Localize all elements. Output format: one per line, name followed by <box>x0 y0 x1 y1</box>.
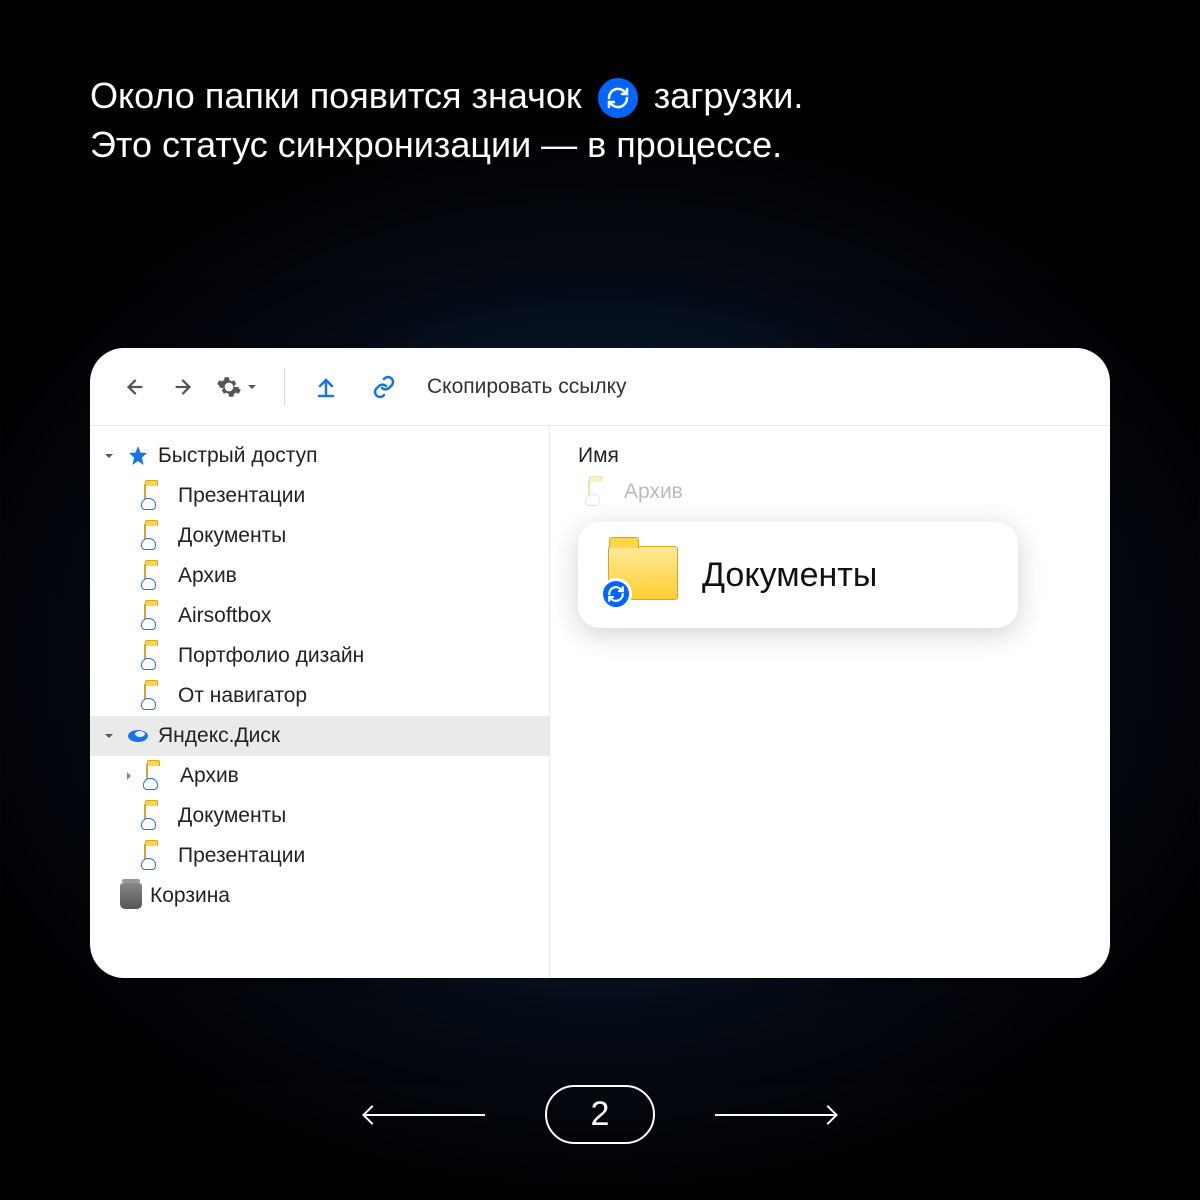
sidebar-label: Презентации <box>178 844 305 868</box>
sidebar-label: Документы <box>178 804 286 828</box>
chevron-right-icon <box>120 770 138 782</box>
folder-icon <box>144 565 170 587</box>
instruction-caption: Около папки появится значок загрузки. Эт… <box>90 72 1110 169</box>
sidebar-item-airsoftbox[interactable]: Airsoftbox <box>90 596 549 636</box>
forward-button[interactable] <box>168 372 198 402</box>
folder-icon <box>146 765 172 787</box>
main-area: Имя Архив Докумен <box>550 426 1110 978</box>
sidebar-yandex-disk[interactable]: Яндекс.Диск <box>90 716 549 756</box>
file-item-documents-highlight[interactable]: Документы <box>578 522 1018 628</box>
sidebar-item-presentations[interactable]: Презентации <box>90 476 549 516</box>
back-button[interactable] <box>120 372 150 402</box>
chevron-down-icon <box>246 381 258 393</box>
folder-icon <box>144 605 170 627</box>
content-area: Быстрый доступ Презентации Документы Арх… <box>90 426 1110 978</box>
caption-text-2: загрузки. <box>654 75 804 116</box>
trash-icon <box>120 883 142 909</box>
settings-menu[interactable] <box>216 374 258 400</box>
sidebar-label: Корзина <box>150 884 230 908</box>
sidebar-item-archive[interactable]: Архив <box>90 556 549 596</box>
sidebar-disk-presentations[interactable]: Презентации <box>90 836 549 876</box>
sidebar-trash[interactable]: Корзина <box>90 876 549 916</box>
sidebar-item-navigator[interactable]: От навигатор <box>90 676 549 716</box>
copy-link-label[interactable]: Скопировать ссылку <box>427 375 627 399</box>
gear-icon <box>216 374 242 400</box>
yandex-disk-icon <box>126 724 150 748</box>
sidebar-label: Архив <box>180 764 239 788</box>
folder-icon <box>608 546 678 604</box>
chevron-down-icon <box>100 730 118 742</box>
star-icon <box>126 444 150 468</box>
sidebar-label: Архив <box>178 564 237 588</box>
sidebar-item-portfolio[interactable]: Портфолио дизайн <box>90 636 549 676</box>
sidebar-label: Документы <box>178 524 286 548</box>
file-item-archive-ghost[interactable]: Архив <box>578 480 1082 504</box>
sync-icon <box>600 578 632 610</box>
folder-icon <box>144 525 170 547</box>
folder-icon <box>144 485 170 507</box>
toolbar: Скопировать ссылку <box>90 348 1110 426</box>
next-arrow[interactable] <box>715 1114 835 1116</box>
pager: 2 <box>0 1085 1200 1144</box>
sidebar-disk-documents[interactable]: Документы <box>90 796 549 836</box>
sidebar-label: От навигатор <box>178 684 307 708</box>
folder-icon <box>144 805 170 827</box>
sidebar-quick-access[interactable]: Быстрый доступ <box>90 436 549 476</box>
page-indicator: 2 <box>545 1085 656 1144</box>
sync-icon <box>598 78 638 118</box>
prev-arrow[interactable] <box>365 1114 485 1116</box>
file-label: Архив <box>624 480 683 504</box>
sidebar-label: Портфолио дизайн <box>178 644 364 668</box>
folder-icon <box>144 845 170 867</box>
sidebar-label: Яндекс.Диск <box>158 724 280 748</box>
sidebar-disk-archive[interactable]: Архив <box>90 756 549 796</box>
file-explorer-window: Скопировать ссылку Быстрый доступ Презен… <box>90 348 1110 978</box>
caption-text-1: Около папки появится значок <box>90 75 582 116</box>
folder-icon <box>144 685 170 707</box>
divider <box>284 368 285 406</box>
sidebar-item-documents[interactable]: Документы <box>90 516 549 556</box>
column-header-name[interactable]: Имя <box>578 444 1082 468</box>
upload-button[interactable] <box>311 372 341 402</box>
folder-icon <box>144 645 170 667</box>
sidebar-label: Быстрый доступ <box>158 444 318 468</box>
sidebar: Быстрый доступ Презентации Документы Арх… <box>90 426 550 978</box>
sidebar-label: Презентации <box>178 484 305 508</box>
sidebar-label: Airsoftbox <box>178 604 271 628</box>
caption-text-3: Это статус синхронизации — в процессе. <box>90 124 782 165</box>
chevron-down-icon <box>100 450 118 462</box>
file-label: Документы <box>702 556 877 595</box>
copy-link-button[interactable] <box>369 372 399 402</box>
folder-icon <box>588 481 614 503</box>
